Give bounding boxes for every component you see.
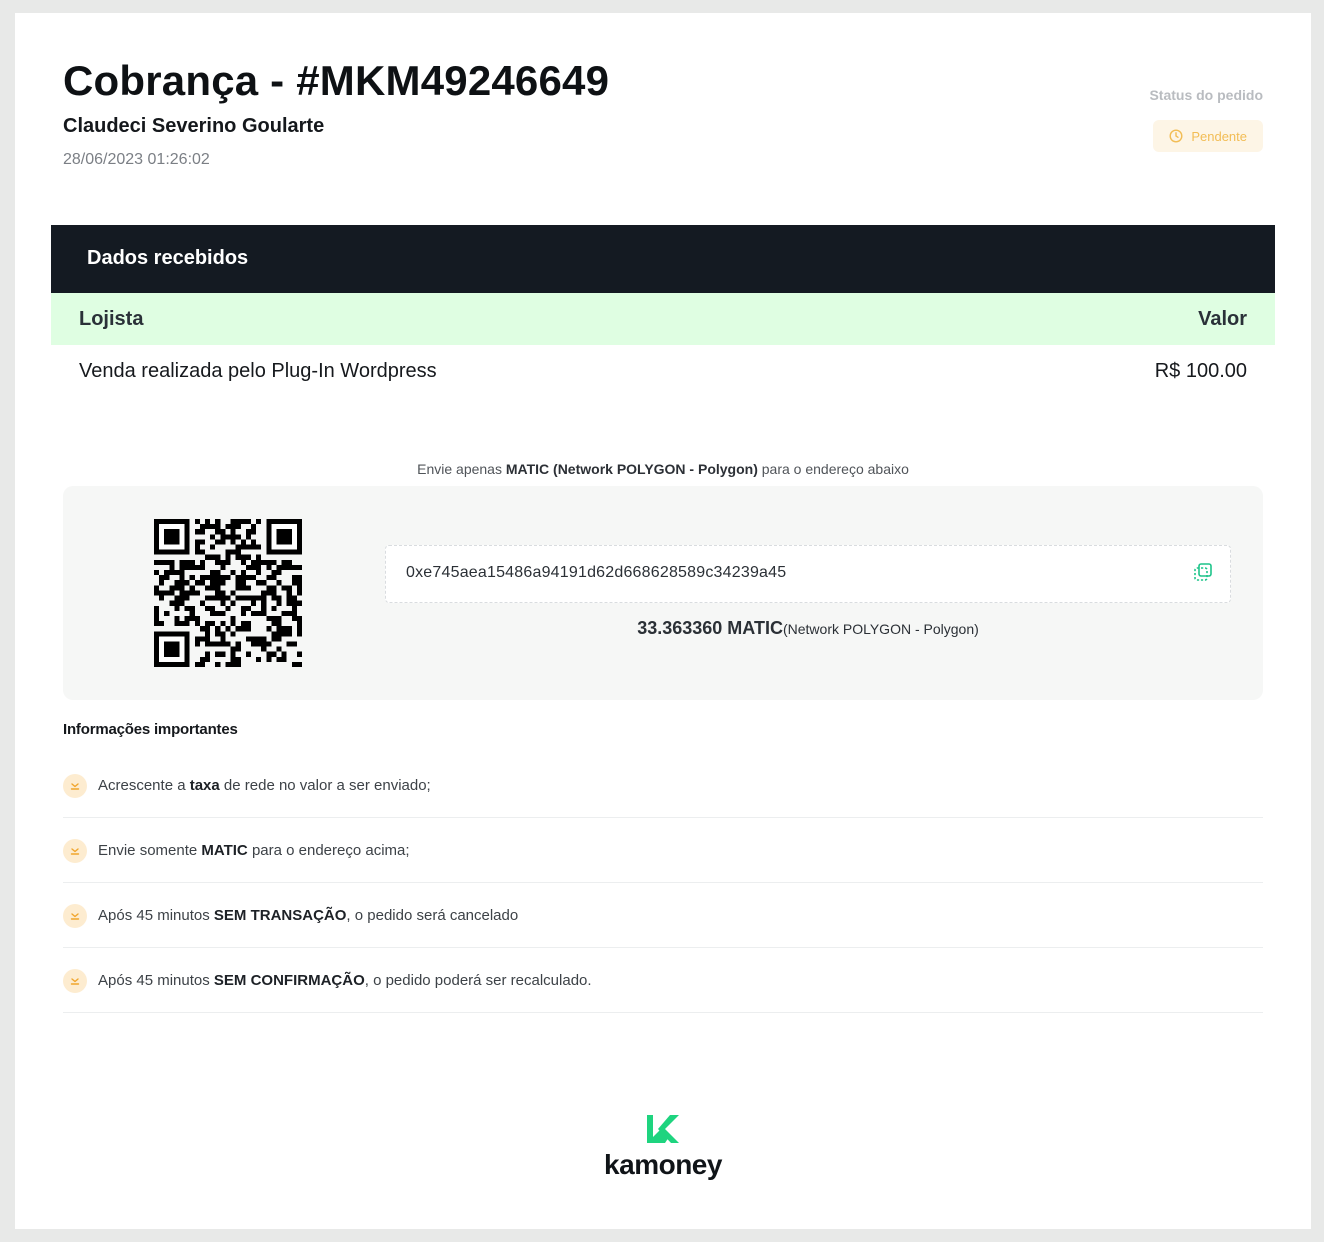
wallet-address-field[interactable]: 0xe745aea15486a94191d62d668628589c34239a…: [385, 545, 1231, 603]
column-merchant: Lojista: [79, 308, 144, 330]
payment-network: (Network POLYGON - Polygon): [782, 621, 979, 637]
page-title: Cobrança - #MKM49246649: [63, 57, 610, 104]
status-badge: Pendente: [1153, 120, 1263, 152]
info-item: Envie somente MATIC para o endereço acim…: [63, 818, 1263, 883]
info-list: Acrescente a taxa de rede no valor a ser…: [63, 753, 1263, 1013]
check-badge-icon: [63, 904, 87, 928]
wallet-address[interactable]: 0xe745aea15486a94191d62d668628589c34239a…: [406, 564, 786, 582]
order-datetime: 28/06/2023 01:26:02: [63, 151, 210, 168]
instruction-pre: Envie apenas: [417, 461, 502, 477]
copy-icon[interactable]: [1192, 561, 1214, 583]
qr-code: [154, 519, 302, 667]
clock-icon: [1169, 129, 1183, 143]
table-header: Lojista Valor: [51, 293, 1275, 345]
value-cell: R$ 100.00: [1154, 360, 1247, 382]
data-section-title: Dados recebidos: [87, 247, 249, 269]
payment-instruction: Envie apenas MATIC (Network POLYGON - Po…: [15, 461, 1311, 477]
status-label: Status do pedido: [1149, 87, 1263, 103]
merchant-cell: Venda realizada pelo Plug-In Wordpress: [79, 360, 437, 382]
column-value: Valor: [1198, 308, 1247, 330]
payment-amount-line: 33.363360 MATIC(Network POLYGON - Polygo…: [385, 618, 1231, 639]
info-title: Informações importantes: [63, 721, 238, 738]
payment-amount: 33.363360 MATIC: [637, 618, 783, 638]
info-text: Após 45 minutos SEM CONFIRMAÇÃO, o pedid…: [98, 972, 592, 989]
check-badge-icon: [63, 839, 87, 863]
status-value: Pendente: [1191, 128, 1247, 144]
info-text: Acrescente a taxa de rede no valor a ser…: [98, 777, 431, 794]
payment-box: 0xe745aea15486a94191d62d668628589c34239a…: [63, 486, 1263, 700]
info-text: Envie somente MATIC para o endereço acim…: [98, 842, 410, 859]
instruction-post: para o endereço abaixo: [761, 461, 909, 477]
brand-name: kamoney: [604, 1149, 722, 1180]
data-section-header: Dados recebidos: [51, 225, 1275, 293]
check-badge-icon: [63, 969, 87, 993]
customer-name: Claudeci Severino Goularte: [63, 115, 325, 137]
table-row: Venda realizada pelo Plug-In Wordpress R…: [51, 345, 1275, 397]
kamoney-logo-icon: [647, 1115, 679, 1143]
info-text: Após 45 minutos SEM TRANSAÇÃO, o pedido …: [98, 907, 519, 924]
info-item: Acrescente a taxa de rede no valor a ser…: [63, 753, 1263, 818]
info-item: Após 45 minutos SEM CONFIRMAÇÃO, o pedid…: [63, 948, 1263, 1013]
instruction-currency: MATIC (Network POLYGON - Polygon): [505, 461, 758, 477]
info-item: Após 45 minutos SEM TRANSAÇÃO, o pedido …: [63, 883, 1263, 948]
brand-logo: kamoney: [15, 1113, 1311, 1181]
payment-page: Cobrança - #MKM49246649 Claudeci Severin…: [15, 13, 1311, 1229]
check-badge-icon: [63, 774, 87, 798]
